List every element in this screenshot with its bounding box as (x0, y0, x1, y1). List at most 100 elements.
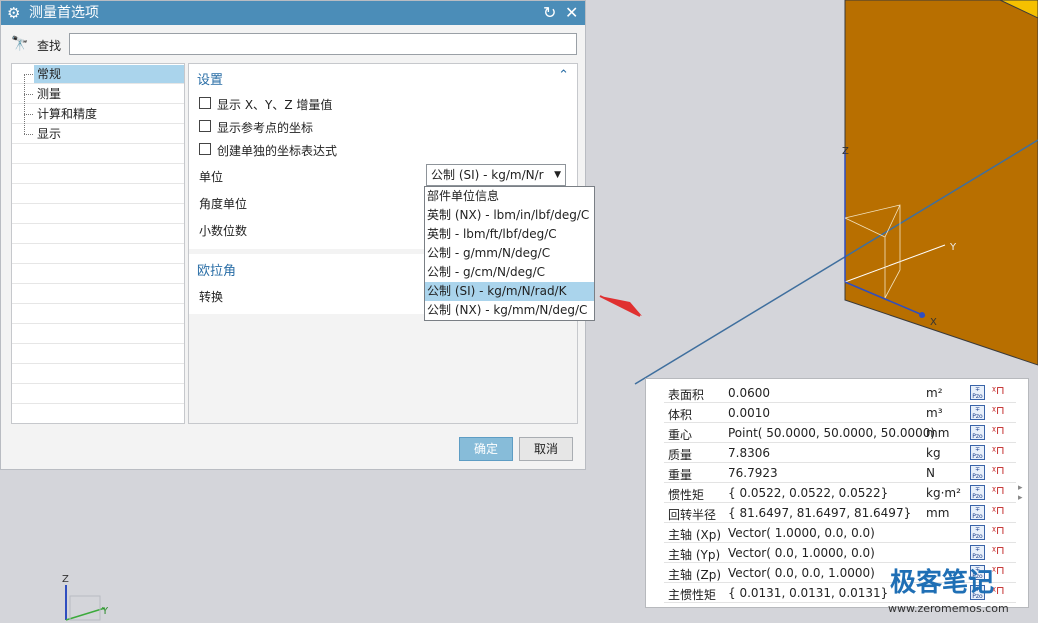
remove-measure-icon[interactable]: ᵡ⊓ (992, 384, 1005, 397)
export-expression-icon[interactable]: ∓ Pzo (970, 425, 985, 440)
remove-measure-icon[interactable]: ᵡ⊓ (992, 404, 1005, 417)
binoculars-icon: 🔭 (11, 36, 29, 52)
dialog-titlebar: ⚙ 测量首选项 ↻ ✕ (1, 1, 585, 25)
result-value: { 0.0131, 0.0131, 0.0131} (728, 586, 889, 600)
remove-measure-icon[interactable]: ᵡ⊓ (992, 424, 1005, 437)
checkbox-box[interactable] (199, 97, 211, 109)
result-name: 回转半径 (668, 508, 717, 522)
result-row: 表面积 0.0600 m² ∓ Pzo ᵡ⊓ (664, 383, 1016, 403)
expand-arrows-icon[interactable]: ▸ ▸ (1018, 483, 1023, 503)
unit-select-value: 公制 (SI) - kg/m/N/r (431, 168, 544, 182)
remove-measure-icon[interactable]: ᵡ⊓ (992, 484, 1005, 497)
tree-connector (24, 74, 33, 75)
euler-section-title: 欧拉角 (197, 264, 237, 279)
export-expression-icon[interactable]: ∓ Pzo (970, 445, 985, 460)
checkbox-box[interactable] (199, 120, 211, 132)
result-value: Vector( 0.0, 0.0, 1.0000) (728, 566, 875, 580)
gear-icon: ⚙ (7, 4, 21, 22)
result-row: 质量 7.8306 kg ∓ Pzo ᵡ⊓ (664, 443, 1016, 463)
unit-option[interactable]: 部件单位信息 (425, 187, 594, 206)
result-value: 0.0010 (728, 406, 770, 420)
result-name: 重心 (668, 428, 693, 442)
export-expression-icon[interactable]: ∓ Pzo (970, 545, 985, 560)
settings-section-title: 设置 (197, 73, 224, 88)
tree-item-measure[interactable]: 测量 (34, 85, 64, 103)
triad-cube (69, 595, 101, 621)
tree-row (12, 364, 184, 384)
result-value: { 81.6497, 81.6497, 81.6497} (728, 506, 912, 520)
ok-button[interactable]: 确定 (459, 437, 513, 461)
result-value: 76.7923 (728, 466, 778, 480)
export-expression-icon[interactable]: ∓ Pzo (970, 485, 985, 500)
result-name: 重量 (668, 468, 693, 482)
result-row: 重量 76.7923 N ∓ Pzo ᵡ⊓ (664, 463, 1016, 483)
tree-item-calc-precision[interactable]: 计算和精度 (34, 105, 100, 123)
tree-row (12, 224, 184, 244)
export-expression-icon[interactable]: ∓ Pzo (970, 405, 985, 420)
triad-y-label: Y (101, 606, 109, 617)
result-name: 体积 (668, 408, 693, 422)
remove-measure-icon[interactable]: ᵡ⊓ (992, 504, 1005, 517)
chevron-up-icon[interactable]: ⌃ (558, 68, 569, 83)
find-input[interactable] (69, 33, 577, 55)
watermark-logo-text: 极客笔记 (890, 568, 995, 598)
unit-select[interactable]: 公制 (SI) - kg/m/N/r ▼ (426, 164, 566, 186)
watermark-url: www.zeromemos.com (888, 602, 1009, 615)
result-name: 质量 (668, 448, 693, 462)
unit-option[interactable]: 英制 (NX) - lbm/in/lbf/deg/C (425, 206, 594, 225)
checkbox-label: 显示 X、Y、Z 增量值 (217, 98, 333, 112)
export-expression-icon[interactable]: ∓ Pzo (970, 385, 985, 400)
result-name: 惯性矩 (668, 488, 705, 502)
result-name: 主轴 (Yp) (668, 548, 721, 562)
result-row: 体积 0.0010 m³ ∓ Pzo ᵡ⊓ (664, 403, 1016, 423)
unit-option-selected[interactable]: 公制 (SI) - kg/m/N/rad/K (425, 282, 594, 301)
remove-measure-icon[interactable]: ᵡ⊓ (992, 524, 1005, 537)
remove-measure-icon[interactable]: ᵡ⊓ (992, 464, 1005, 477)
tree-item-general[interactable]: 常规 (34, 65, 184, 83)
reset-icon[interactable]: ↻ (543, 1, 556, 25)
unit-option[interactable]: 英制 - lbm/ft/lbf/deg/C (425, 225, 594, 244)
result-value: 0.0600 (728, 386, 770, 400)
unit-option[interactable]: 公制 - g/mm/N/deg/C (425, 244, 594, 263)
result-value: { 0.0522, 0.0522, 0.0522} (728, 486, 889, 500)
triad-y-axis (65, 607, 106, 621)
tree-row (12, 264, 184, 284)
result-unit: kg (926, 446, 941, 460)
dropdown-arrow-icon[interactable]: ▼ (554, 165, 561, 185)
result-row: 重心 Point( 50.0000, 50.0000, 50.0000) mm … (664, 423, 1016, 443)
export-expression-icon[interactable]: ∓ Pzo (970, 465, 985, 480)
unit-option[interactable]: 公制 - g/cm/N/deg/C (425, 263, 594, 282)
convert-label: 转换 (199, 290, 224, 304)
triad-z-label: Z (62, 574, 69, 585)
checkbox-box[interactable] (199, 143, 211, 155)
unit-option[interactable]: 公制 (NX) - kg/mm/N/deg/C (425, 301, 594, 320)
tree-row (12, 204, 184, 224)
result-unit: mm (926, 426, 950, 440)
tree-row (12, 304, 184, 324)
result-name: 主轴 (Zp) (668, 568, 722, 582)
tree-row (12, 324, 184, 344)
z-axis-label: Z (842, 146, 849, 157)
tree-row (12, 344, 184, 364)
export-expression-icon[interactable]: ∓ Pzo (970, 505, 985, 520)
x-axis-end (919, 312, 925, 318)
find-row: 🔭 查找 (11, 33, 577, 57)
remove-measure-icon[interactable]: ᵡ⊓ (992, 444, 1005, 457)
dialog-title: 测量首选项 (29, 5, 99, 21)
tree-row (12, 184, 184, 204)
tree-row (12, 144, 184, 164)
unit-label: 单位 (199, 170, 224, 184)
y-axis-label: Y (949, 242, 957, 253)
checkbox-label: 创建单独的坐标表达式 (217, 144, 338, 158)
result-value: 7.8306 (728, 446, 770, 460)
result-row: 主轴 (Yp) Vector( 0.0, 1.0000, 0.0) ∓ Pzo ᵡ… (664, 543, 1016, 563)
tree-row (12, 384, 184, 404)
remove-measure-icon[interactable]: ᵡ⊓ (992, 544, 1005, 557)
tree-item-display[interactable]: 显示 (34, 125, 64, 143)
solid-front-face (844, 0, 1038, 366)
cancel-button[interactable]: 取消 (519, 437, 573, 461)
result-unit: m² (926, 386, 943, 400)
close-icon[interactable]: ✕ (565, 1, 578, 25)
tree-row (12, 164, 184, 184)
export-expression-icon[interactable]: ∓ Pzo (970, 525, 985, 540)
